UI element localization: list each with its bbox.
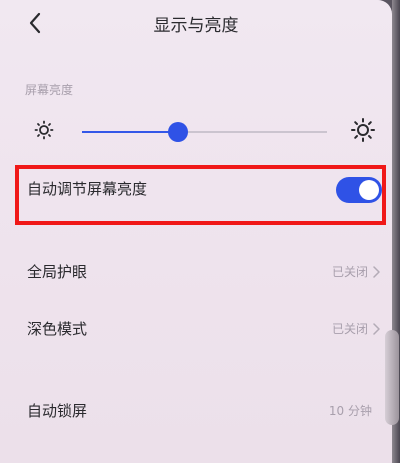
brightness-section-label: 屏幕亮度 [25,83,74,97]
sun-large-icon [351,118,375,142]
eye-protection-label: 全局护眼 [27,263,88,281]
sun-small-icon [34,120,54,140]
dark-mode-label: 深色模式 [27,320,88,338]
auto-lock-row[interactable]: 自动锁屏 10 分钟 [0,390,392,430]
auto-lock-status: 10 分钟 [328,404,372,418]
auto-lock-value: 10 分钟 [329,402,372,419]
highlight-annotation-box [15,165,386,225]
dark-mode-row[interactable]: 深色模式 已关闭 [0,308,392,348]
chevron-right-icon [373,265,380,278]
device-side-button [385,330,399,425]
eye-protection-value: 已关闭 [332,263,380,280]
slider-fill [82,131,178,133]
eye-protection-status: 已关闭 [331,265,368,279]
eye-protection-row[interactable]: 全局护眼 已关闭 [0,251,392,291]
auto-lock-label: 自动锁屏 [27,402,88,420]
page-title: 显示与亮度 [153,16,239,36]
dark-mode-value: 已关闭 [332,320,380,337]
dark-mode-status: 已关闭 [331,322,368,336]
brightness-slider[interactable] [82,120,327,144]
chevron-right-icon [373,322,380,335]
slider-thumb[interactable] [167,122,188,142]
settings-screen: 显示与亮度 屏幕亮度 自动调节屏幕亮度 全局护眼 已关闭 深色模式 已关闭 自动… [0,0,392,463]
